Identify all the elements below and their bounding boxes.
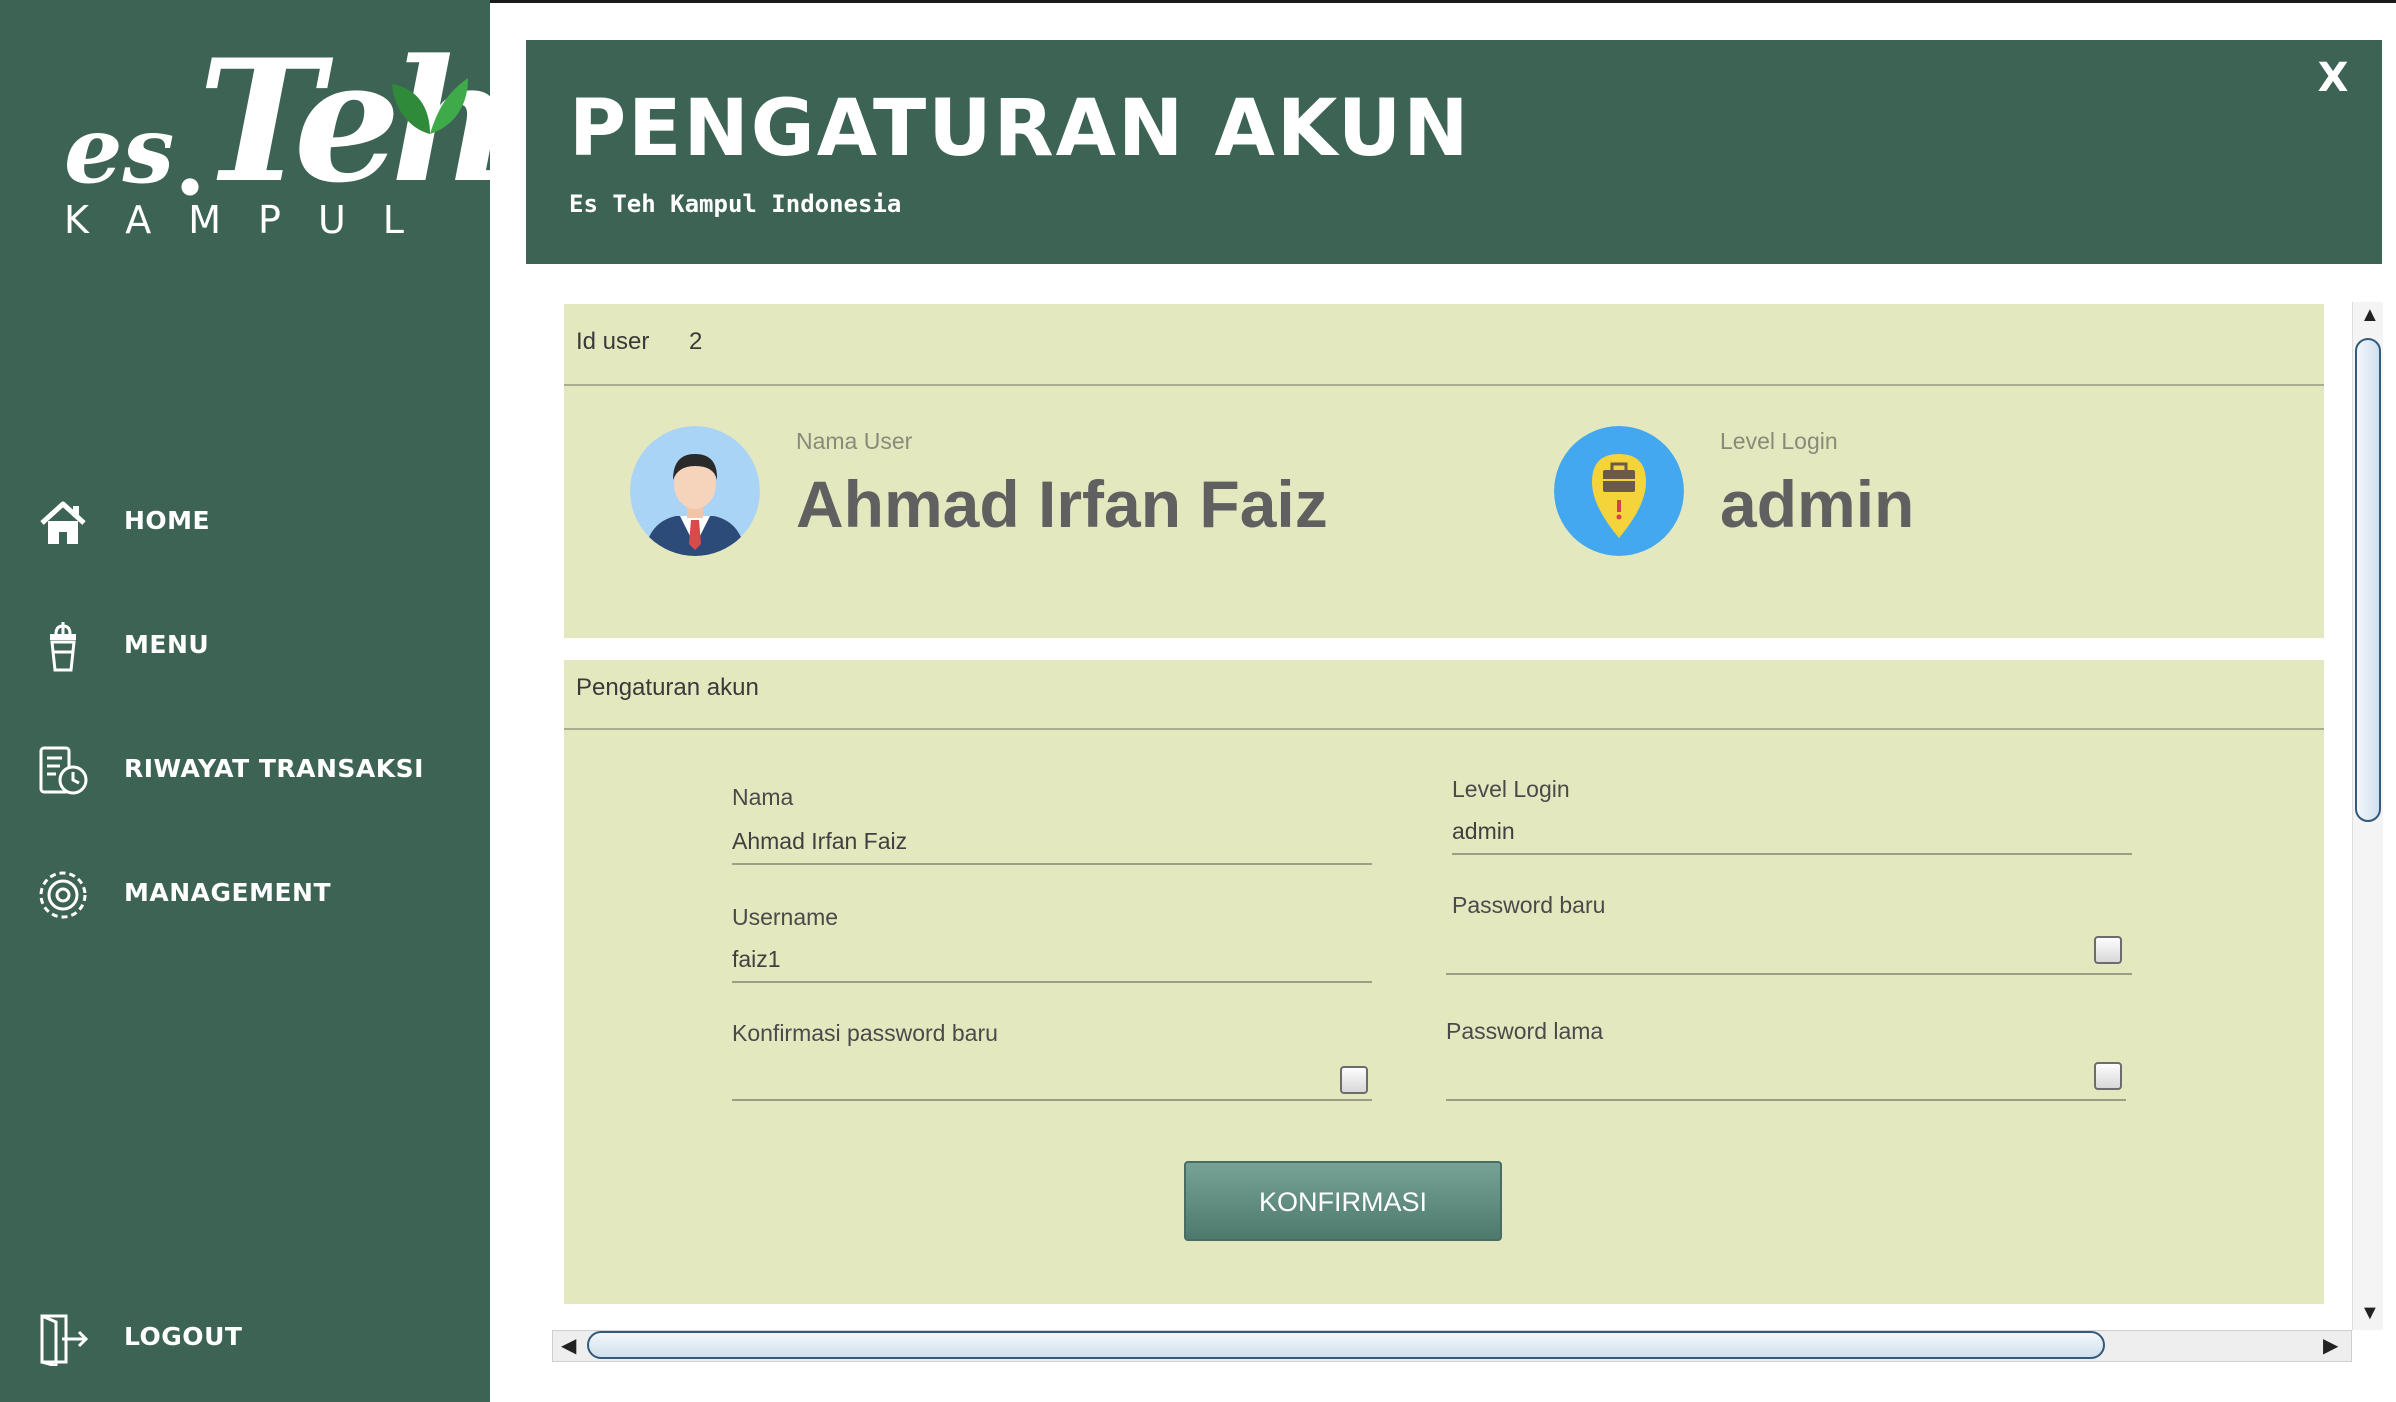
page-title: PENGATURAN AKUN xyxy=(569,84,1471,174)
id-user-value: 2 xyxy=(689,328,703,355)
sidebar-item-label: RIWAYAT TRANSAKSI xyxy=(124,754,424,783)
level-login-value: admin xyxy=(1720,467,1915,541)
logout-icon xyxy=(40,1314,89,1366)
user-avatar-icon xyxy=(630,426,760,556)
es-teh-kampul-logo: es . Teh KAMPUL xyxy=(60,22,513,256)
password-lama-input[interactable] xyxy=(1446,1064,2126,1101)
logo-kampul: KAMPUL xyxy=(64,198,441,242)
username-label: Username xyxy=(732,904,839,930)
password-lama-label: Password lama xyxy=(1446,1018,1604,1044)
leaf-icon xyxy=(392,78,468,134)
scroll-up-arrow-icon[interactable]: ▲ xyxy=(2360,304,2380,327)
sidebar-item-menu[interactable]: MENU xyxy=(36,606,476,686)
level-login-label: Level Login xyxy=(1720,428,1838,454)
nama-label: Nama xyxy=(732,784,794,810)
konfirmasi-password-input[interactable] xyxy=(732,1064,1372,1101)
nama-input[interactable] xyxy=(732,828,1372,865)
sidebar-item-label: MENU xyxy=(124,630,210,659)
logout-button[interactable]: LOGOUT xyxy=(36,1298,476,1378)
scroll-down-arrow-icon[interactable]: ▼ xyxy=(2360,1302,2380,1325)
gear-icon xyxy=(39,871,87,919)
scroll-left-arrow-icon[interactable]: ◀ xyxy=(561,1333,576,1358)
close-button[interactable]: X xyxy=(2303,50,2363,106)
username-input[interactable] xyxy=(732,946,1372,983)
sidebar-item-home[interactable]: HOME xyxy=(36,482,476,562)
horizontal-scroll-thumb[interactable] xyxy=(587,1331,2105,1359)
vertical-scroll-thumb[interactable] xyxy=(2355,338,2381,822)
password-baru-input[interactable] xyxy=(1446,938,2132,975)
password-baru-label: Password baru xyxy=(1452,892,1606,918)
nama-user-label: Nama User xyxy=(796,428,913,454)
sidebar-item-label: LOGOUT xyxy=(124,1322,243,1351)
konfirmasi-button[interactable]: KONFIRMASI xyxy=(1184,1161,1502,1241)
show-konfirmasi-password-checkbox[interactable] xyxy=(1340,1066,1368,1094)
settings-section-label: Pengaturan akun xyxy=(576,674,759,701)
sidebar-item-riwayat-transaksi[interactable]: RIWAYAT TRANSAKSI xyxy=(36,730,476,810)
show-password-lama-checkbox[interactable] xyxy=(2094,1062,2122,1090)
level-login-input[interactable] xyxy=(1452,818,2132,855)
sidebar-item-label: HOME xyxy=(124,506,211,535)
page-header: PENGATURAN AKUN Es Teh Kampul Indonesia xyxy=(526,40,2382,264)
sidebar: es . Teh KAMPUL HOME MENU RIWAYAT TRANSA… xyxy=(0,0,513,1402)
settings-panel-header: Pengaturan akun xyxy=(564,660,2324,730)
profile-panel-header: Id user 2 xyxy=(564,304,2324,386)
profile-panel: Id user 2 Nama User Ahmad Irfan Faiz Lev… xyxy=(564,304,2324,638)
horizontal-scrollbar[interactable]: ◀ ▶ xyxy=(552,1330,2352,1362)
sidebar-item-label: MANAGEMENT xyxy=(124,878,332,907)
sidebar-item-management[interactable]: MANAGEMENT xyxy=(36,854,476,934)
id-user-label: Id user xyxy=(576,328,650,355)
top-border xyxy=(490,0,2396,3)
scroll-right-arrow-icon[interactable]: ▶ xyxy=(2323,1333,2338,1358)
drink-cup-icon xyxy=(50,622,76,672)
level-login-field-label: Level Login xyxy=(1452,776,1570,802)
home-icon xyxy=(40,501,86,544)
konfirmasi-password-label: Konfirmasi password baru xyxy=(732,1020,998,1046)
nama-user-value: Ahmad Irfan Faiz xyxy=(796,467,1328,541)
history-icon xyxy=(39,746,88,795)
show-password-baru-checkbox[interactable] xyxy=(2094,936,2122,964)
vertical-scrollbar[interactable]: ▲ ▼ xyxy=(2352,302,2383,1330)
page-subtitle: Es Teh Kampul Indonesia xyxy=(569,190,902,218)
logo-es: es xyxy=(64,96,175,204)
level-login-icon xyxy=(1554,426,1684,556)
